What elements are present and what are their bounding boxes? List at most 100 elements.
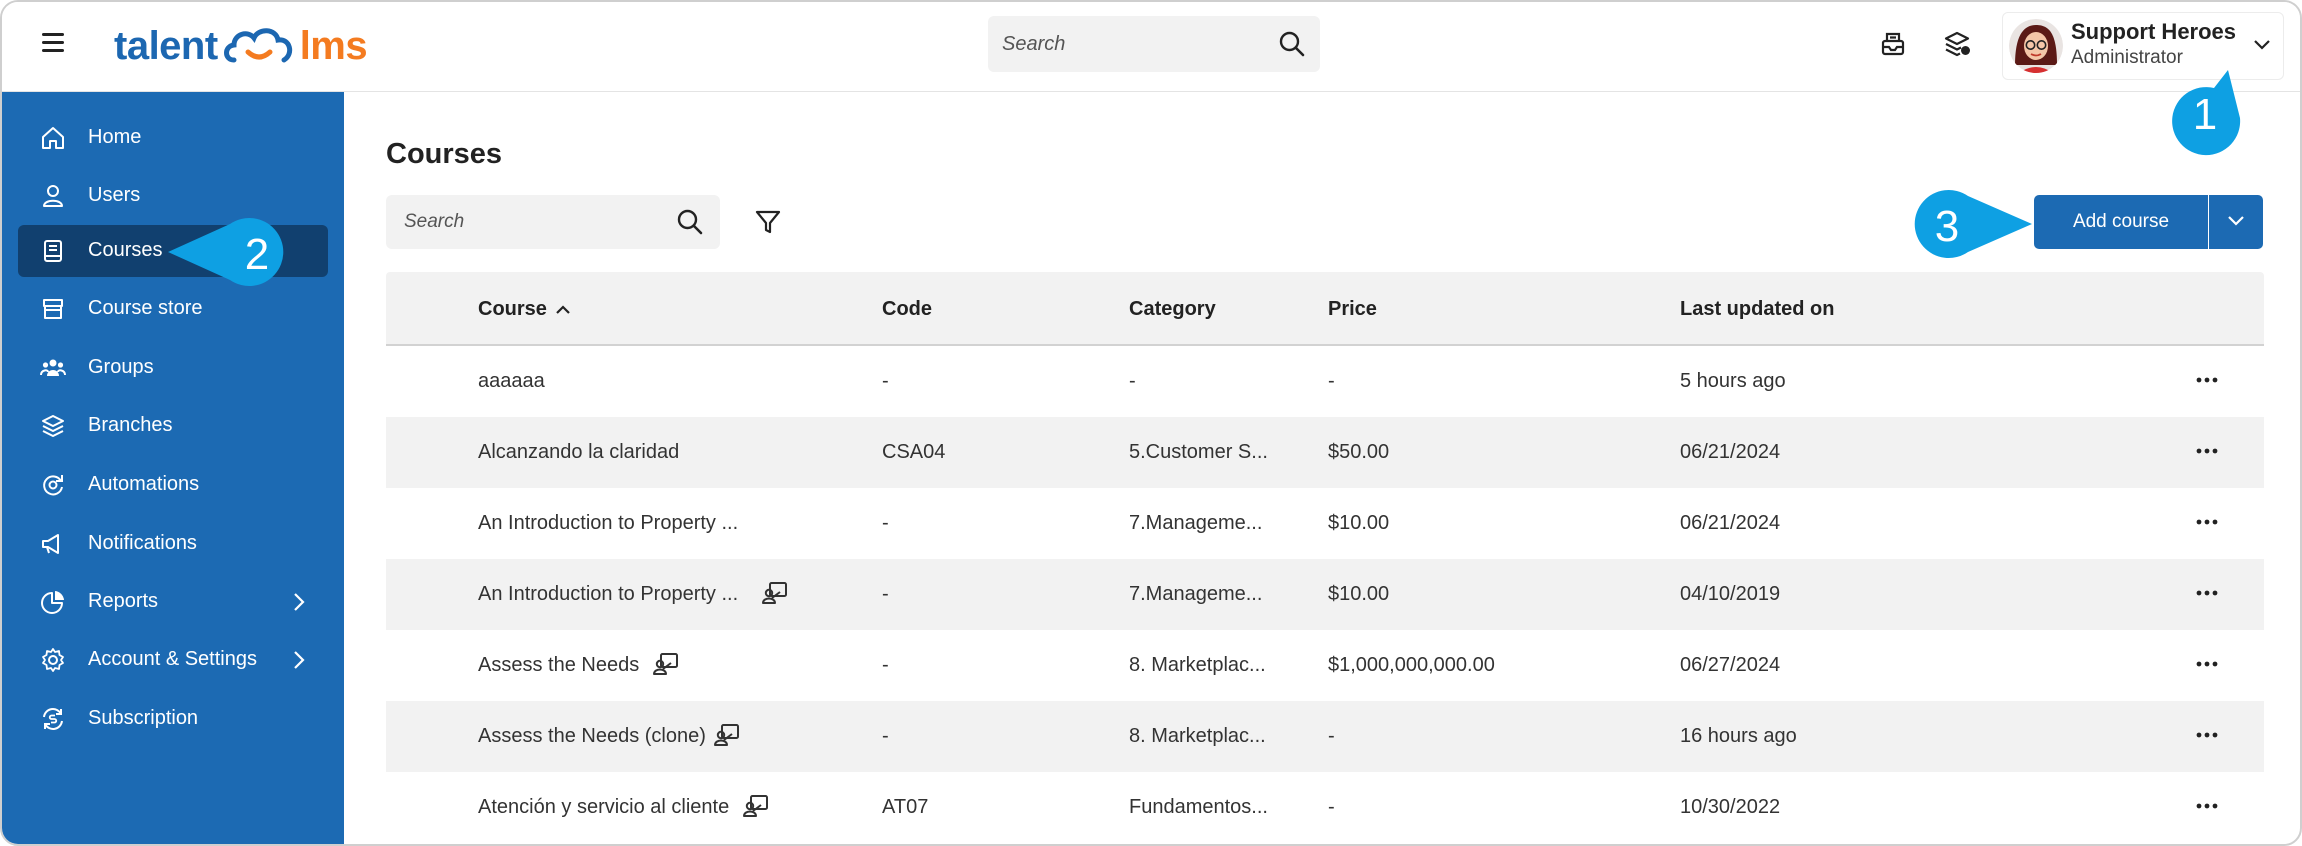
column-header-price[interactable]: Price (1328, 298, 1377, 321)
course-name[interactable]: An Introduction to Property ... (478, 512, 738, 535)
instructor-led-icon (653, 653, 678, 675)
user-name: Support Heroes (2071, 19, 2237, 44)
course-name[interactable]: Alcanzando la claridad (478, 441, 679, 464)
sidebar-item-label: Home (88, 126, 142, 148)
sidebar-item-home[interactable]: Home (18, 112, 328, 164)
more-options-icon[interactable] (2194, 583, 2220, 603)
course-name[interactable]: An Introduction to Property ... (478, 583, 738, 606)
table-row[interactable]: An Introduction to Property ... - 7.Mana… (386, 488, 2264, 559)
course-code: AT07 (882, 796, 929, 818)
course-category: 5.Customer S... (1129, 441, 1268, 463)
chevron-right-icon (294, 651, 305, 669)
table-row[interactable]: Atención y servicio al cliente AT07 Fund… (386, 772, 2264, 843)
groups-icon (40, 359, 66, 376)
table-row[interactable]: aaaaaa - - - 5 hours ago (386, 346, 2264, 417)
column-header-course[interactable]: Course (478, 298, 547, 321)
sort-ascending-icon[interactable] (554, 303, 572, 315)
course-name[interactable]: Assess the Needs (clone) (478, 725, 706, 748)
table-row[interactable]: An Introduction to Property ... - 7.Mana… (386, 559, 2264, 630)
store-icon (43, 299, 63, 319)
course-price: - (1328, 725, 1335, 747)
callout-2-number: 2 (244, 230, 270, 279)
column-header-category[interactable]: Category (1129, 298, 1216, 321)
course-category: Fundamentos... (1129, 796, 1268, 818)
course-code: - (882, 725, 889, 747)
cloud-logo-icon (223, 28, 292, 63)
sidebar-item-label: Courses (88, 239, 163, 261)
messages-icon[interactable] (1878, 29, 1908, 59)
course-code: - (882, 654, 889, 676)
course-last-updated: 04/10/2019 (1680, 583, 1781, 605)
more-options-icon[interactable] (2194, 796, 2220, 816)
sidebar-item-groups[interactable]: Groups (18, 342, 328, 394)
catalog-switch-icon[interactable] (1942, 29, 1972, 59)
sidebar-item-notifications[interactable]: Notifications (18, 518, 328, 570)
more-options-icon[interactable] (2194, 512, 2220, 532)
pie-chart-icon (41, 591, 64, 614)
sidebar-item-label: Course store (88, 297, 203, 319)
callout-3-number: 3 (1934, 202, 1960, 251)
sidebar: Home Users Courses Course store Groups B… (2, 92, 344, 844)
sidebar-item-label: Automations (88, 473, 200, 495)
course-code: CSA04 (882, 441, 946, 463)
sidebar-item-users[interactable]: Users (18, 170, 328, 222)
callout-1-number: 1 (2192, 90, 2218, 139)
course-last-updated: 10/30/2022 (1680, 796, 1781, 818)
hamburger-menu-icon[interactable] (42, 33, 64, 55)
callout-2: 2 (164, 216, 294, 290)
column-header-code[interactable]: Code (882, 298, 932, 321)
more-options-icon[interactable] (2194, 441, 2220, 461)
chevron-down-icon[interactable] (2253, 39, 2271, 51)
course-last-updated: 06/21/2024 (1680, 512, 1781, 534)
automation-icon (43, 475, 63, 496)
talentlms-logo[interactable]: talent lms (114, 18, 368, 74)
search-icon[interactable] (676, 208, 704, 236)
column-header-last-updated[interactable]: Last updated on (1680, 298, 1834, 321)
course-category: 8. Marketplac... (1129, 654, 1266, 676)
course-category: 8. Marketplac... (1129, 725, 1266, 747)
sidebar-item-account-settings[interactable]: Account & Settings (18, 634, 328, 686)
subscription-icon (43, 708, 63, 730)
callout-3: 3 (1906, 188, 2036, 262)
course-last-updated: 5 hours ago (1680, 370, 1786, 392)
course-category: 7.Manageme... (1129, 583, 1263, 605)
global-search-input[interactable] (1002, 16, 1262, 72)
course-name[interactable]: Atención y servicio al cliente (478, 796, 729, 819)
table-row[interactable]: Assess the Needs (clone) - 8. Marketplac… (386, 701, 2264, 772)
chevron-right-icon (294, 593, 305, 611)
more-options-icon[interactable] (2194, 725, 2220, 745)
course-last-updated: 16 hours ago (1680, 725, 1797, 747)
search-icon[interactable] (1278, 30, 1306, 58)
sidebar-item-label: Branches (88, 414, 173, 436)
sidebar-item-branches[interactable]: Branches (18, 400, 328, 452)
course-price: - (1328, 370, 1335, 392)
course-code: - (882, 512, 889, 534)
course-last-updated: 06/21/2024 (1680, 441, 1781, 463)
sidebar-item-label: Groups (88, 356, 154, 378)
sidebar-item-label: Account & Settings (88, 648, 257, 670)
global-search (988, 16, 1320, 72)
add-course-dropdown-button[interactable] (2209, 195, 2263, 249)
gear-icon (42, 648, 64, 672)
sidebar-item-reports[interactable]: Reports (18, 576, 328, 628)
sidebar-item-label: Notifications (88, 532, 197, 554)
page-title: Courses (386, 138, 503, 170)
more-options-icon[interactable] (2194, 370, 2220, 390)
sidebar-item-automations[interactable]: Automations (18, 459, 328, 511)
book-icon (44, 240, 62, 262)
course-name[interactable]: aaaaaa (478, 370, 545, 393)
course-price: $10.00 (1328, 512, 1390, 534)
layers-icon (42, 415, 64, 437)
course-category: - (1129, 370, 1136, 392)
add-course-button[interactable]: Add course (2034, 195, 2208, 249)
table-row[interactable]: Assess the Needs - 8. Marketplac... $1,0… (386, 630, 2264, 701)
sidebar-item-subscription[interactable]: Subscription (18, 693, 328, 745)
table-row[interactable]: Alcanzando la claridad CSA04 5.Customer … (386, 417, 2264, 488)
course-search-input[interactable] (404, 195, 654, 249)
course-name[interactable]: Assess the Needs (478, 654, 639, 677)
sidebar-item-course-store[interactable]: Course store (18, 283, 328, 335)
chevron-down-icon (2228, 216, 2244, 226)
filter-icon[interactable] (754, 208, 782, 236)
course-price: $10.00 (1328, 583, 1390, 605)
more-options-icon[interactable] (2194, 654, 2220, 674)
